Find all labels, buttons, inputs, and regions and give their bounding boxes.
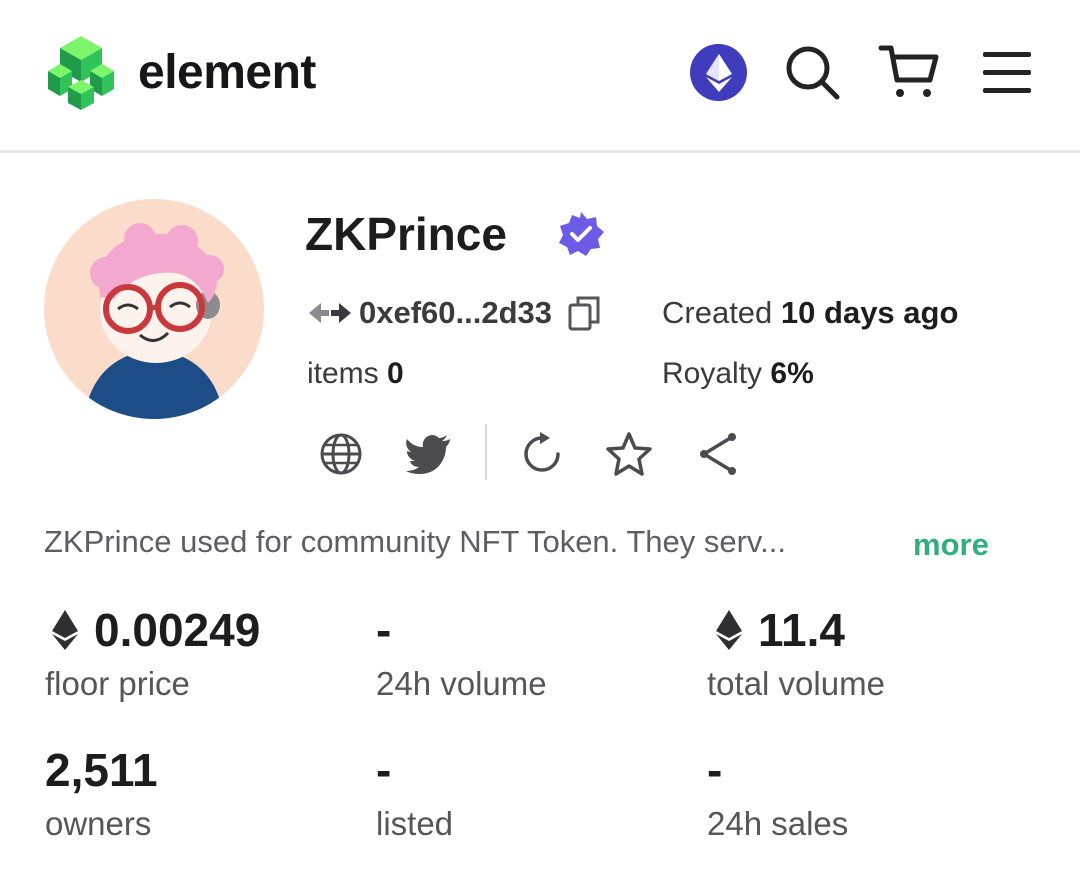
copy-icon[interactable]	[566, 295, 602, 331]
stat-owners-label: owners	[45, 805, 152, 842]
ethereum-network-button[interactable]	[690, 44, 747, 101]
share-icon[interactable]	[694, 430, 742, 478]
created-info: Created 10 days ago	[662, 292, 958, 334]
collection-description: ZKPrince used for community NFT Token. T…	[44, 524, 786, 559]
created-label: Created	[662, 295, 773, 330]
element-logo-icon[interactable]	[42, 34, 120, 112]
items-label: items	[307, 357, 379, 390]
stat-value-text: 11.4	[758, 604, 845, 656]
stat-24h-sales-value: -	[707, 742, 722, 798]
stat-value-text: -	[376, 744, 392, 796]
globe-icon[interactable]	[317, 430, 365, 478]
items-value: 0	[387, 357, 404, 390]
actions-divider	[485, 424, 487, 480]
eth-icon	[52, 610, 78, 650]
cart-icon[interactable]	[878, 40, 942, 104]
brand-name[interactable]: element	[138, 44, 316, 102]
menu-icon[interactable]	[975, 40, 1039, 104]
stat-24h-volume-value: -	[376, 602, 391, 658]
royalty-label: Royalty	[662, 357, 763, 390]
stat-listed-value: -	[376, 742, 391, 798]
stat-listed-label: listed	[376, 805, 454, 842]
stat-value-text: 2,511	[45, 744, 158, 796]
verified-badge-icon	[558, 211, 604, 257]
top-header: element	[0, 0, 1080, 153]
search-icon[interactable]	[780, 40, 844, 104]
created-value: 10 days ago	[780, 295, 959, 330]
contract-address-row: 0xef60...2d33	[307, 292, 602, 334]
stat-total-volume-value: 11.4	[716, 602, 845, 658]
royalty-value: 6%	[770, 357, 814, 390]
stat-value-text: -	[376, 604, 392, 656]
royalty-info: Royalty 6%	[662, 353, 814, 395]
stat-floor-price-label: floor price	[45, 665, 190, 702]
transfer-arrows-icon	[309, 303, 351, 323]
more-link[interactable]: more	[913, 524, 989, 566]
contract-address[interactable]: 0xef60...2d33	[359, 295, 552, 331]
stat-value-text: -	[707, 744, 723, 796]
stat-owners-value: 2,511	[45, 742, 158, 798]
stat-24h-sales-label: 24h sales	[707, 805, 849, 842]
eth-icon	[716, 610, 742, 650]
stat-total-volume-label: total volume	[707, 665, 885, 702]
items-info: items 0	[307, 353, 404, 395]
ethereum-network-icon	[705, 53, 732, 92]
collection-name: ZKPrince	[305, 208, 507, 260]
twitter-icon[interactable]	[405, 430, 453, 478]
collection-avatar	[44, 199, 264, 419]
stat-floor-price-value: 0.00249	[52, 602, 260, 658]
star-icon[interactable]	[605, 430, 653, 478]
refresh-icon[interactable]	[518, 430, 566, 478]
stat-value-text: 0.00249	[94, 604, 261, 656]
stat-24h-volume-label: 24h volume	[376, 665, 547, 702]
